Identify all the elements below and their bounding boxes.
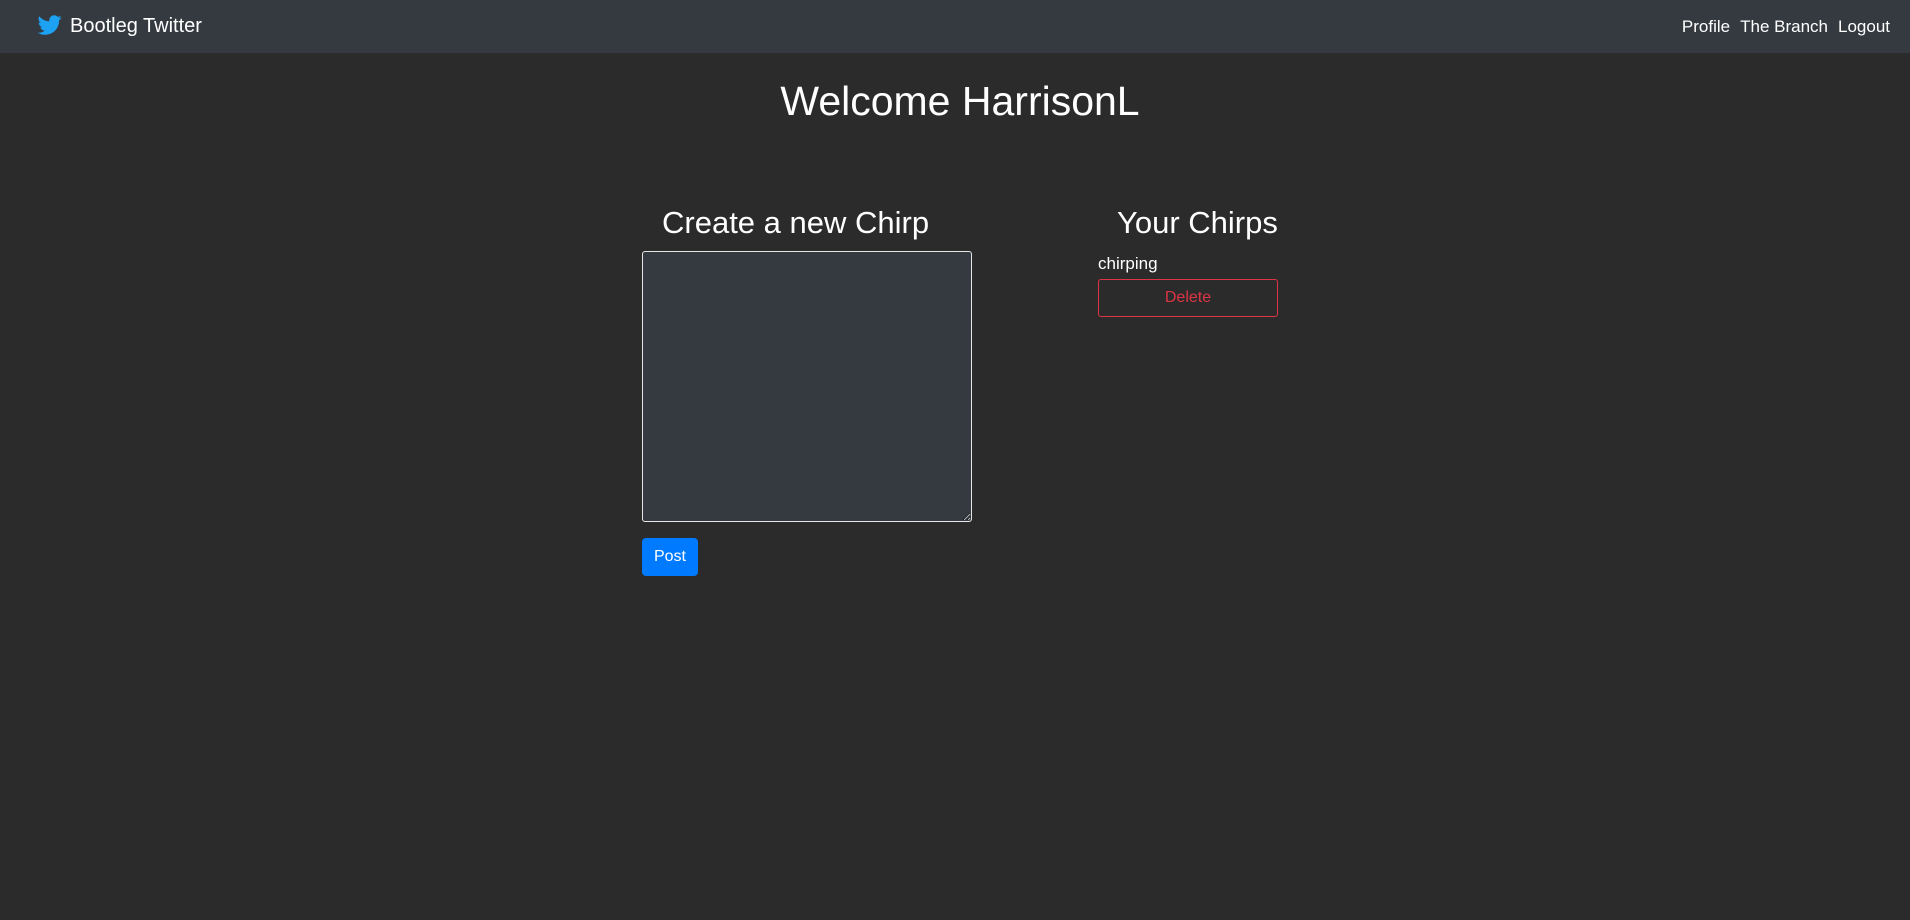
chirp-text: chirping	[1098, 254, 1158, 273]
nav-link-profile[interactable]: Profile	[1682, 17, 1730, 37]
chirp-textarea[interactable]	[642, 251, 972, 522]
create-chirp-heading: Create a new Chirp	[662, 205, 930, 240]
your-chirps-heading: Your Chirps	[1117, 205, 1278, 240]
brand-label: Bootleg Twitter	[70, 15, 202, 37]
chirp-item: chirping Delete	[1098, 254, 1278, 317]
twitter-bird-icon	[37, 13, 62, 37]
nav-link-logout[interactable]: Logout	[1838, 17, 1890, 37]
brand-link[interactable]: Bootleg Twitter	[37, 0, 202, 53]
delete-button[interactable]: Delete	[1098, 279, 1278, 317]
post-button[interactable]: Post	[642, 538, 698, 576]
page-title: Welcome HarrisonL	[780, 78, 1140, 124]
nav-link-the-branch[interactable]: The Branch	[1740, 17, 1828, 37]
navbar: Bootleg Twitter Profile The Branch Logou…	[0, 0, 1910, 53]
nav-links: Profile The Branch Logout	[1672, 0, 1890, 53]
